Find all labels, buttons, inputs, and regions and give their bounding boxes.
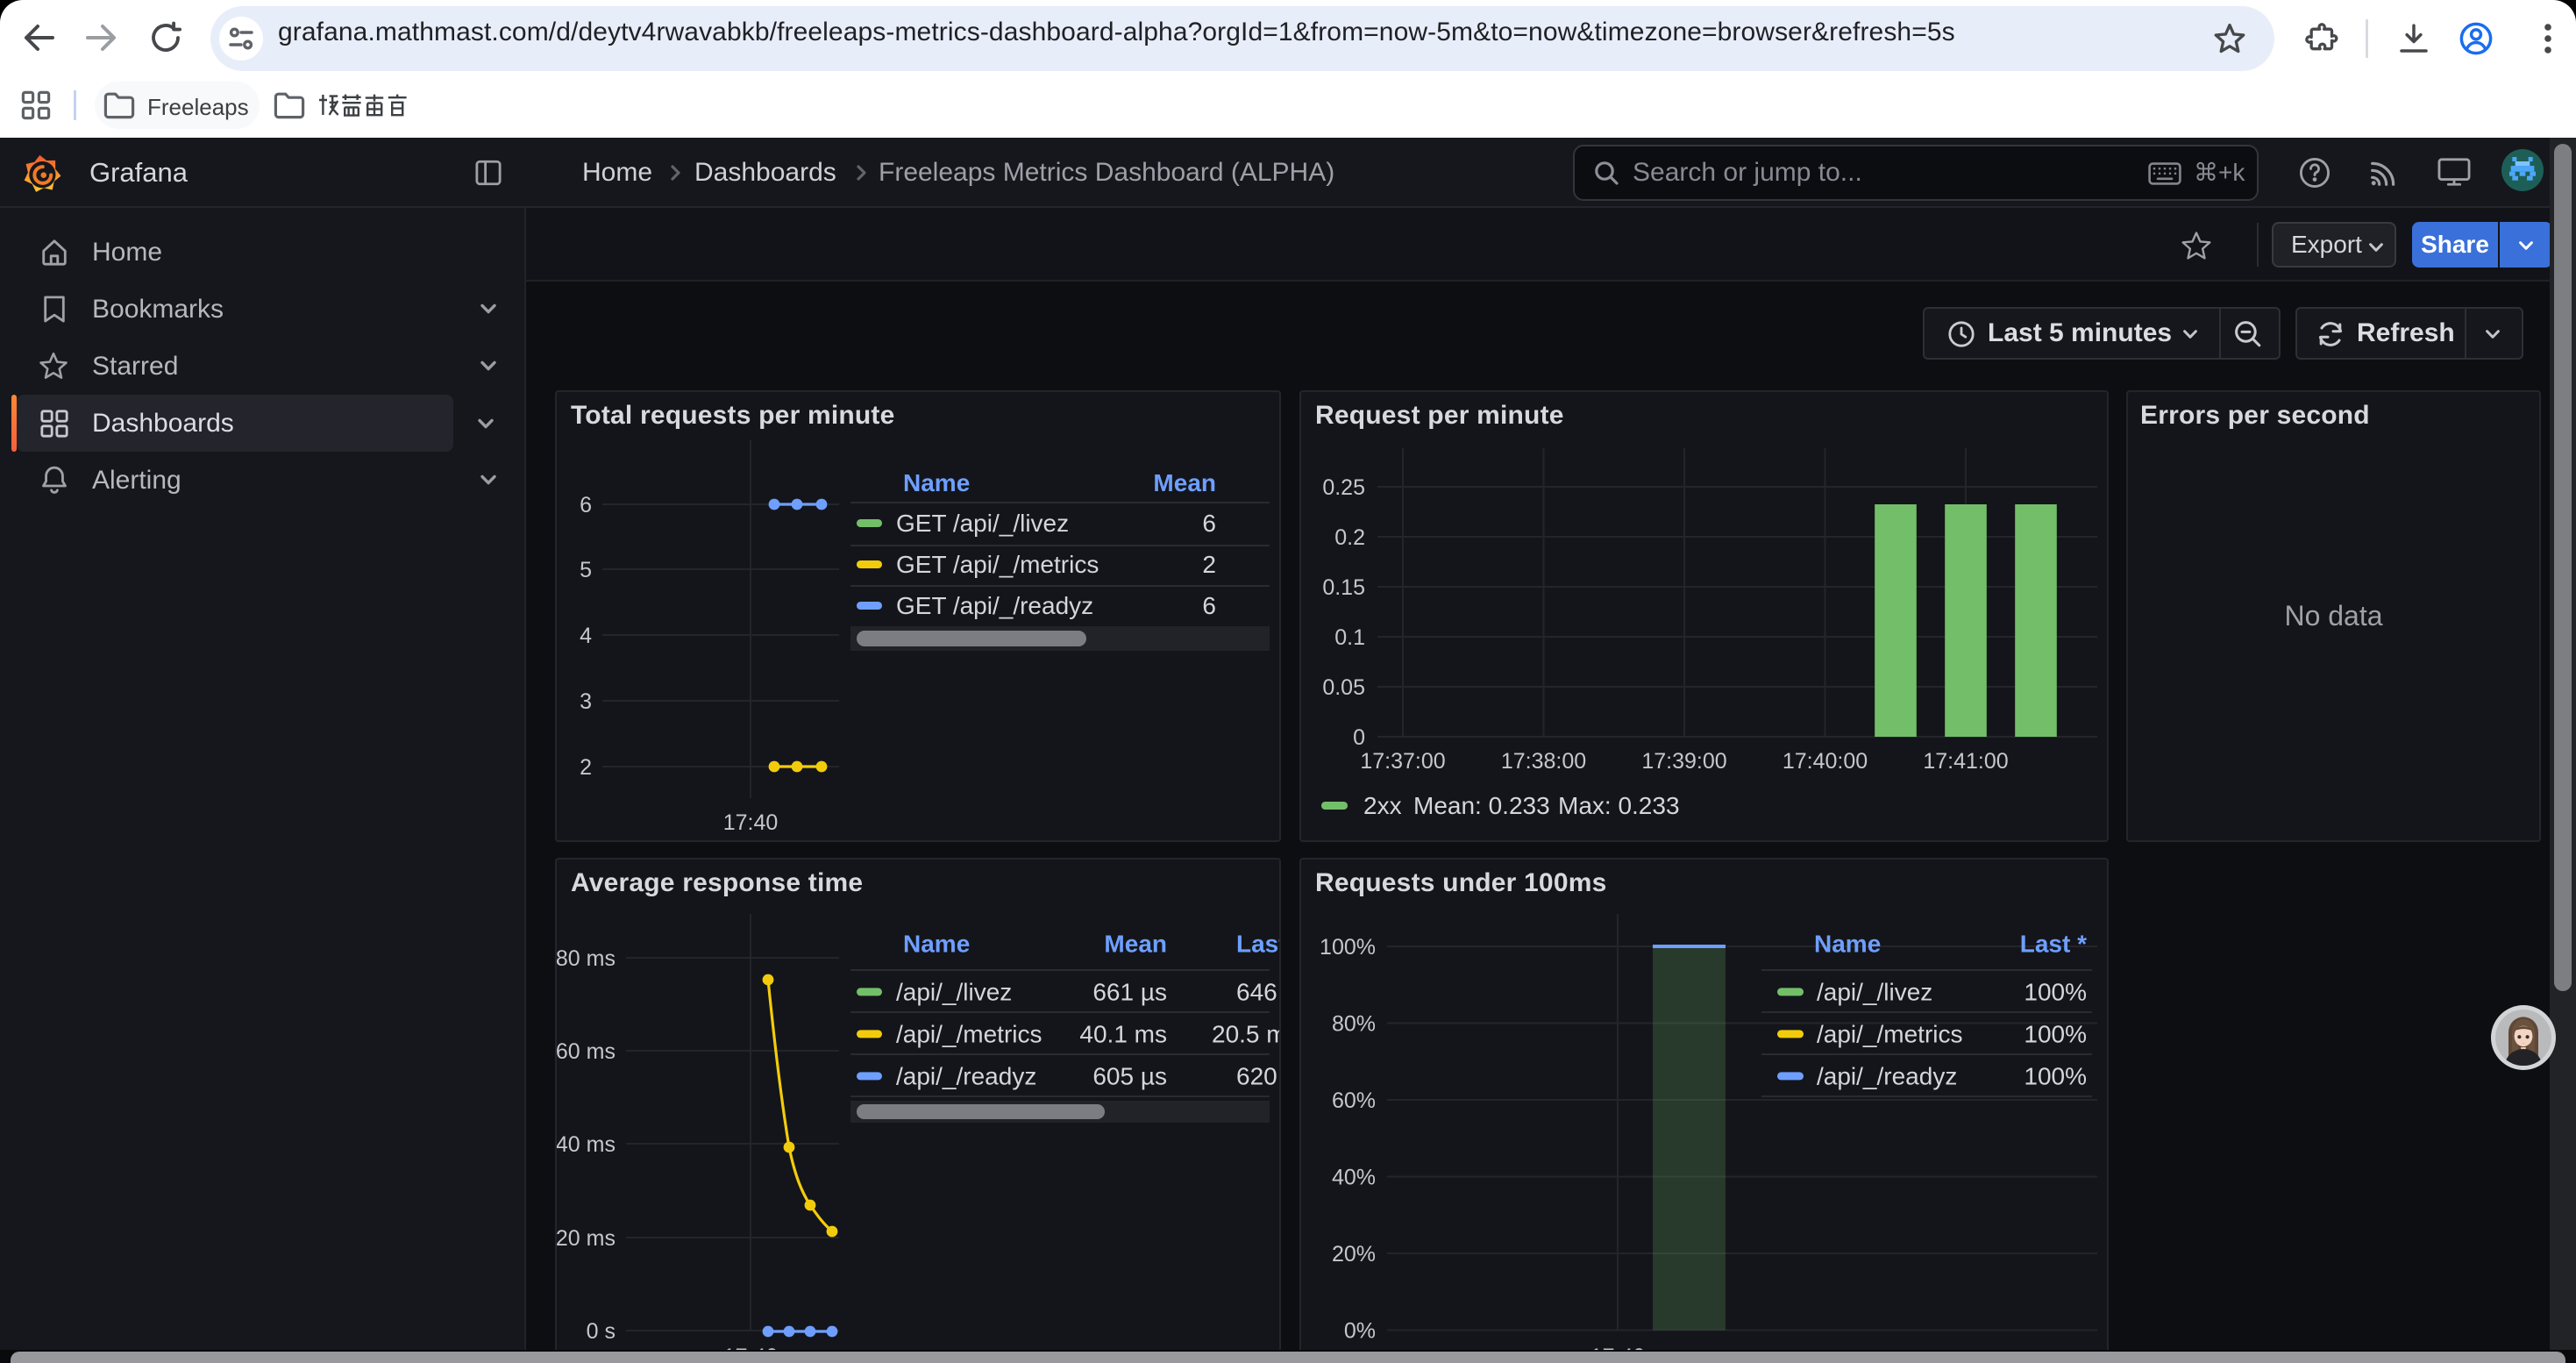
svg-text:620: 620 — [1236, 1063, 1277, 1090]
svg-text:Max: 0.233: Max: 0.233 — [1558, 792, 1680, 819]
svg-text:0.25: 0.25 — [1322, 475, 1365, 500]
svg-text:100%: 100% — [2024, 1063, 2087, 1090]
svg-text:646: 646 — [1236, 979, 1277, 1006]
svg-text:Mean: Mean — [1104, 931, 1167, 958]
svg-text:5: 5 — [580, 558, 592, 582]
svg-text:Last *: Last * — [2020, 931, 2087, 958]
svg-text:/api/_/readyz: /api/_/readyz — [1817, 1063, 1957, 1090]
svg-text:17:41:00: 17:41:00 — [1923, 749, 2008, 774]
svg-text:Name: Name — [1814, 931, 1881, 958]
svg-text:2: 2 — [580, 755, 592, 780]
svg-text:0%: 0% — [1344, 1318, 1376, 1343]
svg-text:Name: Name — [903, 469, 970, 496]
svg-text:17:40:00: 17:40:00 — [1783, 749, 1868, 774]
svg-text:100%: 100% — [2024, 1021, 2087, 1048]
svg-text:/api/_/metrics: /api/_/metrics — [896, 1021, 1042, 1048]
svg-text:40.1 ms: 40.1 ms — [1079, 1021, 1167, 1048]
svg-text:/api/_/livez: /api/_/livez — [896, 979, 1012, 1006]
svg-text:4: 4 — [580, 624, 592, 648]
svg-text:80 ms: 80 ms — [557, 946, 616, 971]
svg-text:605 µs: 605 µs — [1092, 1063, 1167, 1090]
svg-text:Last *: Last * — [1236, 931, 1279, 958]
svg-text:0.1: 0.1 — [1334, 625, 1365, 650]
svg-text:20.5 m: 20.5 m — [1212, 1021, 1279, 1048]
svg-text:60%: 60% — [1332, 1088, 1376, 1113]
svg-text:Name: Name — [903, 931, 970, 958]
svg-text:Mean: Mean — [1153, 469, 1216, 496]
svg-text:3: 3 — [580, 689, 592, 714]
svg-text:20 ms: 20 ms — [557, 1226, 616, 1251]
svg-text:0.2: 0.2 — [1334, 525, 1365, 550]
svg-text:40 ms: 40 ms — [557, 1132, 616, 1157]
svg-text:6: 6 — [1202, 510, 1216, 537]
svg-text:GET /api/_/readyz: GET /api/_/readyz — [896, 592, 1093, 619]
svg-text:17:39:00: 17:39:00 — [1641, 749, 1726, 774]
svg-text:661 µs: 661 µs — [1092, 979, 1167, 1006]
svg-text:2: 2 — [1202, 551, 1216, 578]
svg-text:80%: 80% — [1332, 1011, 1376, 1036]
svg-text:0: 0 — [1353, 725, 1365, 750]
svg-text:60 ms: 60 ms — [557, 1039, 616, 1064]
svg-text:0.15: 0.15 — [1322, 575, 1365, 600]
svg-text:/api/_/readyz: /api/_/readyz — [896, 1063, 1036, 1090]
svg-text:Mean: 0.233: Mean: 0.233 — [1413, 792, 1550, 819]
svg-text:40%: 40% — [1332, 1165, 1376, 1189]
svg-text:2xx: 2xx — [1363, 792, 1402, 819]
svg-text:6: 6 — [580, 493, 592, 517]
svg-text:6: 6 — [1202, 592, 1216, 619]
svg-text:100%: 100% — [2024, 979, 2087, 1006]
svg-text:/api/_/livez: /api/_/livez — [1817, 979, 1932, 1006]
svg-text:GET /api/_/livez: GET /api/_/livez — [896, 510, 1069, 537]
svg-text:0 s: 0 s — [587, 1319, 616, 1344]
svg-text:17:40: 17:40 — [723, 810, 779, 835]
svg-text:GET /api/_/metrics: GET /api/_/metrics — [896, 551, 1099, 578]
svg-text:0.05: 0.05 — [1322, 675, 1365, 700]
svg-text:20%: 20% — [1332, 1242, 1376, 1267]
svg-text:/api/_/metrics: /api/_/metrics — [1817, 1021, 1963, 1048]
svg-text:100%: 100% — [1320, 935, 1376, 960]
svg-text:17:38:00: 17:38:00 — [1501, 749, 1586, 774]
svg-text:17:37:00: 17:37:00 — [1360, 749, 1445, 774]
